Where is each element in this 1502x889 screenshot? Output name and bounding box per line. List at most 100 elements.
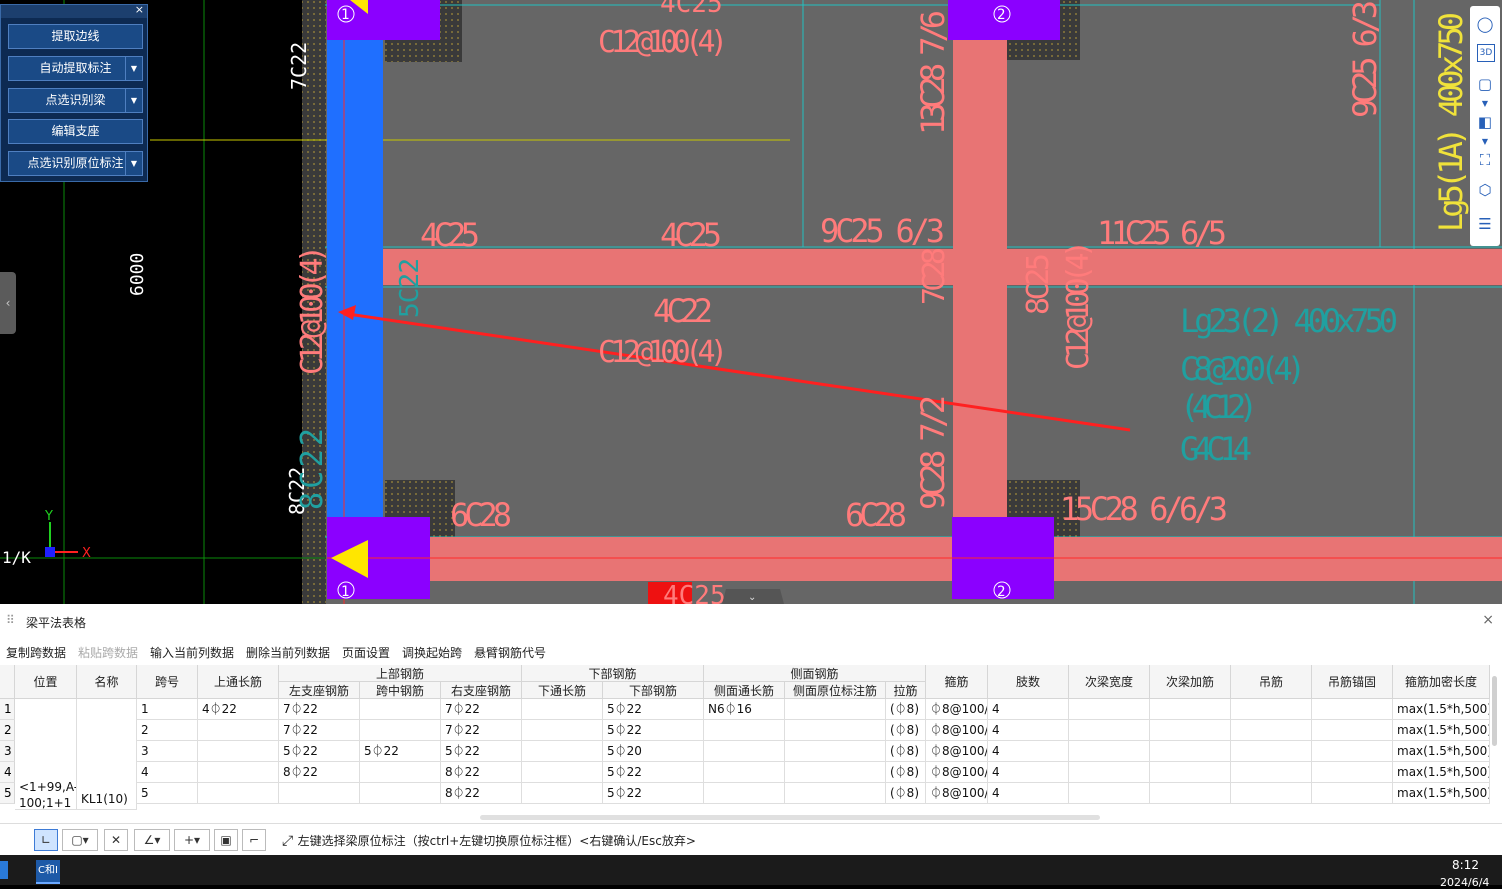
cell-hanger[interactable]	[1231, 783, 1312, 804]
cube-solid-icon[interactable]: ◧	[1475, 112, 1495, 132]
cell-legs[interactable]: 4	[988, 762, 1069, 783]
chevron-down-icon[interactable]: ▼	[125, 152, 142, 175]
cell-bottom-bar[interactable]: 5⏀22	[603, 720, 704, 741]
list-icon[interactable]: ☰	[1475, 214, 1495, 234]
panel-title-bar[interactable]: ×	[1, 3, 147, 18]
cell-right-support[interactable]: 8⏀22	[441, 762, 522, 783]
cell-side-inplace[interactable]	[785, 762, 886, 783]
cell-right-support[interactable]: 7⏀22	[441, 720, 522, 741]
cell-bottom-bar[interactable]: 5⏀22	[603, 762, 704, 783]
cell-stirrup[interactable]: ⏀8@100/	[926, 762, 988, 783]
drag-handle-icon[interactable]: ⠿	[6, 613, 15, 627]
copy-span-data-button[interactable]: 复制跨数据	[6, 644, 66, 661]
cell-hanger-anchor[interactable]	[1312, 762, 1393, 783]
cell-sub-width[interactable]	[1069, 699, 1150, 720]
cell-top-through[interactable]: 4⏀22	[198, 699, 279, 720]
row-number[interactable]: 4	[0, 762, 15, 783]
cell-bottom-through[interactable]	[522, 762, 603, 783]
cube-3d-icon[interactable]: 3D	[1477, 44, 1495, 62]
cell-stirrup[interactable]: ⏀8@100/	[926, 741, 988, 762]
cell-mid-span[interactable]	[360, 699, 441, 720]
cross-icon[interactable]: ✕	[104, 829, 128, 851]
cell-bottom-through[interactable]	[522, 720, 603, 741]
cell-right-support[interactable]: 5⏀22	[441, 741, 522, 762]
cell-top-through[interactable]	[198, 720, 279, 741]
cell-stirrup[interactable]: ⏀8@100/	[926, 699, 988, 720]
chevron-down-icon[interactable]: ▼	[125, 57, 142, 80]
cell-tie[interactable]: (⏀8)	[886, 699, 926, 720]
swap-start-span-button[interactable]: 调换起始跨	[402, 644, 462, 661]
cell-sub-add[interactable]	[1150, 762, 1231, 783]
row-number[interactable]: 2	[0, 720, 15, 741]
pick-identify-inplace-annotation-button[interactable]: 点选识别原位标注 ▼	[8, 151, 143, 176]
cell-span[interactable]: 2	[137, 720, 198, 741]
cell-mid-span[interactable]	[360, 762, 441, 783]
dropdown-icon[interactable]: ▼	[1475, 94, 1495, 114]
input-column-data-button[interactable]: 输入当前列数据	[150, 644, 234, 661]
auto-extract-annotation-button[interactable]: 自动提取标注 ▼	[8, 56, 143, 81]
cell-name[interactable]: KL1(10)	[77, 699, 137, 810]
cell-dense-length[interactable]: max(1.5*h,500)	[1393, 720, 1490, 741]
side-panel-toggle[interactable]: ‹	[0, 272, 16, 334]
cell-left-support[interactable]	[279, 783, 360, 804]
cell-sub-add[interactable]	[1150, 720, 1231, 741]
cell-bottom-through[interactable]	[522, 699, 603, 720]
angle-icon[interactable]: ∠▾	[134, 829, 170, 851]
fullscreen-icon[interactable]: ⛶	[1475, 150, 1495, 170]
cell-dense-length[interactable]: max(1.5*h,500)	[1393, 783, 1490, 804]
cell-span[interactable]: 1	[137, 699, 198, 720]
cell-sub-width[interactable]	[1069, 783, 1150, 804]
cell-tie[interactable]: (⏀8)	[886, 783, 926, 804]
cell-dense-length[interactable]: max(1.5*h,500)	[1393, 699, 1490, 720]
cell-legs[interactable]: 4	[988, 741, 1069, 762]
cad-canvas[interactable]: 1 2 1 2 C12@100(4) 4C25 4C25 4C25 9C25 6…	[0, 0, 1502, 604]
beam-selected[interactable]	[327, 38, 383, 522]
cell-legs[interactable]: 4	[988, 720, 1069, 741]
start-icon[interactable]	[0, 861, 8, 879]
cell-hanger[interactable]	[1231, 762, 1312, 783]
cell-sub-add[interactable]	[1150, 699, 1231, 720]
cell-left-support[interactable]: 8⏀22	[279, 762, 360, 783]
chevron-down-icon[interactable]: ▼	[125, 89, 142, 112]
cell-span[interactable]: 4	[137, 762, 198, 783]
horizontal-scrollbar[interactable]	[480, 815, 1100, 820]
extract-edge-button[interactable]: 提取边线	[8, 24, 143, 49]
cell-side-inplace[interactable]	[785, 783, 886, 804]
cell-side-inplace[interactable]	[785, 720, 886, 741]
cell-hanger[interactable]	[1231, 699, 1312, 720]
app-taskbar-icon[interactable]: C和I	[36, 860, 60, 884]
cell-span[interactable]: 3	[137, 741, 198, 762]
ellipse-view-icon[interactable]: ◯	[1475, 14, 1495, 34]
row-number[interactable]: 3	[0, 741, 15, 762]
cell-mid-span[interactable]	[360, 720, 441, 741]
cell-side-through[interactable]	[704, 762, 785, 783]
cell-legs[interactable]: 4	[988, 783, 1069, 804]
page-setup-button[interactable]: 页面设置	[342, 644, 390, 661]
cell-side-inplace[interactable]	[785, 699, 886, 720]
cube-icon[interactable]: ▢	[1475, 74, 1495, 94]
cell-left-support[interactable]: 5⏀22	[279, 741, 360, 762]
cell-sub-width[interactable]	[1069, 762, 1150, 783]
cell-side-through[interactable]: N6⏀16	[704, 699, 785, 720]
delete-column-data-button[interactable]: 删除当前列数据	[246, 644, 330, 661]
cad-drawing[interactable]: 1 2 1 2 C12@100(4) 4C25 4C25 4C25 9C25 6…	[0, 0, 1502, 604]
cell-hanger-anchor[interactable]	[1312, 720, 1393, 741]
cell-mid-span[interactable]	[360, 783, 441, 804]
rect-select-icon[interactable]: ▢▾	[62, 829, 98, 851]
cell-sub-add[interactable]	[1150, 741, 1231, 762]
edit-support-button[interactable]: 编辑支座	[8, 119, 143, 144]
cell-bottom-bar[interactable]: 5⏀20	[603, 741, 704, 762]
cell-hanger[interactable]	[1231, 741, 1312, 762]
cell-hanger[interactable]	[1231, 720, 1312, 741]
cell-tie[interactable]: (⏀8)	[886, 762, 926, 783]
cell-dense-length[interactable]: max(1.5*h,500)	[1393, 762, 1490, 783]
dropdown-icon[interactable]: ▼	[1475, 132, 1495, 152]
insert-icon[interactable]: +▾	[174, 829, 210, 851]
cell-bottom-bar[interactable]: 5⏀22	[603, 783, 704, 804]
curve-icon[interactable]: ⌐	[242, 829, 266, 851]
cell-left-support[interactable]: 7⏀22	[279, 720, 360, 741]
cell-stirrup[interactable]: ⏀8@100/	[926, 783, 988, 804]
cell-top-through[interactable]	[198, 741, 279, 762]
cell-tie[interactable]: (⏀8)	[886, 720, 926, 741]
close-icon[interactable]: ×	[1482, 612, 1494, 628]
